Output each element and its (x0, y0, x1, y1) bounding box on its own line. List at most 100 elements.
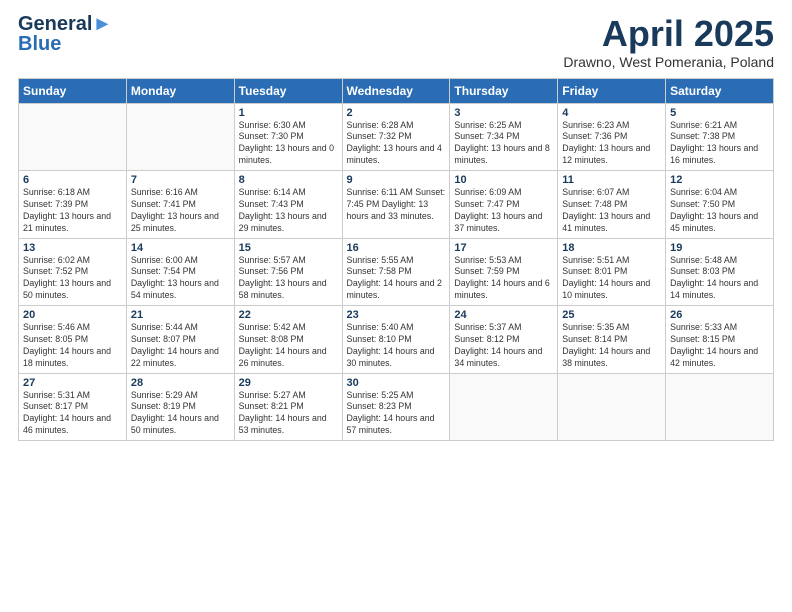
day-info: Sunrise: 5:27 AM Sunset: 8:21 PM Dayligh… (239, 390, 338, 438)
calendar-cell: 21Sunrise: 5:44 AM Sunset: 8:07 PM Dayli… (126, 306, 234, 374)
calendar-cell (666, 373, 774, 441)
day-number: 12 (670, 174, 769, 186)
calendar-cell: 8Sunrise: 6:14 AM Sunset: 7:43 PM Daylig… (234, 171, 342, 239)
day-info: Sunrise: 6:00 AM Sunset: 7:54 PM Dayligh… (131, 255, 230, 303)
calendar-cell: 28Sunrise: 5:29 AM Sunset: 8:19 PM Dayli… (126, 373, 234, 441)
day-number: 14 (131, 242, 230, 254)
calendar-cell (558, 373, 666, 441)
day-info: Sunrise: 5:51 AM Sunset: 8:01 PM Dayligh… (562, 255, 661, 303)
col-saturday: Saturday (666, 78, 774, 103)
title-block: April 2025 Drawno, West Pomerania, Polan… (563, 14, 774, 70)
calendar-cell: 19Sunrise: 5:48 AM Sunset: 8:03 PM Dayli… (666, 238, 774, 306)
day-number: 7 (131, 174, 230, 186)
day-number: 30 (347, 377, 446, 389)
logo-blue-text: Blue (18, 34, 61, 54)
calendar-cell: 22Sunrise: 5:42 AM Sunset: 8:08 PM Dayli… (234, 306, 342, 374)
calendar-cell: 4Sunrise: 6:23 AM Sunset: 7:36 PM Daylig… (558, 103, 666, 171)
day-info: Sunrise: 5:44 AM Sunset: 8:07 PM Dayligh… (131, 322, 230, 370)
calendar-title: April 2025 (563, 14, 774, 54)
day-number: 18 (562, 242, 661, 254)
calendar-cell: 5Sunrise: 6:21 AM Sunset: 7:38 PM Daylig… (666, 103, 774, 171)
logo-blue: ► (92, 13, 112, 35)
calendar-cell: 10Sunrise: 6:09 AM Sunset: 7:47 PM Dayli… (450, 171, 558, 239)
day-number: 17 (454, 242, 553, 254)
calendar-cell (19, 103, 127, 171)
calendar-week-row: 13Sunrise: 6:02 AM Sunset: 7:52 PM Dayli… (19, 238, 774, 306)
day-info: Sunrise: 5:25 AM Sunset: 8:23 PM Dayligh… (347, 390, 446, 438)
day-info: Sunrise: 5:29 AM Sunset: 8:19 PM Dayligh… (131, 390, 230, 438)
col-thursday: Thursday (450, 78, 558, 103)
day-info: Sunrise: 6:28 AM Sunset: 7:32 PM Dayligh… (347, 120, 446, 168)
day-info: Sunrise: 6:09 AM Sunset: 7:47 PM Dayligh… (454, 187, 553, 235)
day-number: 24 (454, 309, 553, 321)
calendar-week-row: 6Sunrise: 6:18 AM Sunset: 7:39 PM Daylig… (19, 171, 774, 239)
day-number: 1 (239, 107, 338, 119)
calendar-cell: 11Sunrise: 6:07 AM Sunset: 7:48 PM Dayli… (558, 171, 666, 239)
day-number: 28 (131, 377, 230, 389)
calendar-cell: 14Sunrise: 6:00 AM Sunset: 7:54 PM Dayli… (126, 238, 234, 306)
calendar-cell: 20Sunrise: 5:46 AM Sunset: 8:05 PM Dayli… (19, 306, 127, 374)
day-info: Sunrise: 5:42 AM Sunset: 8:08 PM Dayligh… (239, 322, 338, 370)
day-info: Sunrise: 5:40 AM Sunset: 8:10 PM Dayligh… (347, 322, 446, 370)
day-info: Sunrise: 5:57 AM Sunset: 7:56 PM Dayligh… (239, 255, 338, 303)
calendar-cell: 24Sunrise: 5:37 AM Sunset: 8:12 PM Dayli… (450, 306, 558, 374)
day-number: 2 (347, 107, 446, 119)
logo: General► Blue (18, 14, 112, 54)
calendar-cell: 7Sunrise: 6:16 AM Sunset: 7:41 PM Daylig… (126, 171, 234, 239)
day-info: Sunrise: 6:21 AM Sunset: 7:38 PM Dayligh… (670, 120, 769, 168)
day-number: 16 (347, 242, 446, 254)
day-number: 19 (670, 242, 769, 254)
day-info: Sunrise: 5:55 AM Sunset: 7:58 PM Dayligh… (347, 255, 446, 303)
day-number: 29 (239, 377, 338, 389)
day-info: Sunrise: 5:31 AM Sunset: 8:17 PM Dayligh… (23, 390, 122, 438)
calendar-week-row: 1Sunrise: 6:30 AM Sunset: 7:30 PM Daylig… (19, 103, 774, 171)
col-monday: Monday (126, 78, 234, 103)
calendar-week-row: 20Sunrise: 5:46 AM Sunset: 8:05 PM Dayli… (19, 306, 774, 374)
calendar-cell: 17Sunrise: 5:53 AM Sunset: 7:59 PM Dayli… (450, 238, 558, 306)
logo-text: General► (18, 14, 112, 34)
calendar-cell: 1Sunrise: 6:30 AM Sunset: 7:30 PM Daylig… (234, 103, 342, 171)
day-info: Sunrise: 5:53 AM Sunset: 7:59 PM Dayligh… (454, 255, 553, 303)
day-info: Sunrise: 5:48 AM Sunset: 8:03 PM Dayligh… (670, 255, 769, 303)
calendar-cell: 9Sunrise: 6:11 AM Sunset: 7:45 PM Daylig… (342, 171, 450, 239)
day-info: Sunrise: 6:11 AM Sunset: 7:45 PM Dayligh… (347, 187, 446, 223)
day-number: 10 (454, 174, 553, 186)
calendar-cell: 2Sunrise: 6:28 AM Sunset: 7:32 PM Daylig… (342, 103, 450, 171)
page: General► Blue April 2025 Drawno, West Po… (0, 0, 792, 612)
day-number: 5 (670, 107, 769, 119)
calendar-cell: 3Sunrise: 6:25 AM Sunset: 7:34 PM Daylig… (450, 103, 558, 171)
day-number: 22 (239, 309, 338, 321)
day-number: 4 (562, 107, 661, 119)
day-number: 26 (670, 309, 769, 321)
calendar-header-row: Sunday Monday Tuesday Wednesday Thursday… (19, 78, 774, 103)
day-info: Sunrise: 6:14 AM Sunset: 7:43 PM Dayligh… (239, 187, 338, 235)
day-number: 13 (23, 242, 122, 254)
calendar-cell: 29Sunrise: 5:27 AM Sunset: 8:21 PM Dayli… (234, 373, 342, 441)
day-info: Sunrise: 5:46 AM Sunset: 8:05 PM Dayligh… (23, 322, 122, 370)
day-number: 21 (131, 309, 230, 321)
calendar-cell: 25Sunrise: 5:35 AM Sunset: 8:14 PM Dayli… (558, 306, 666, 374)
calendar-cell: 16Sunrise: 5:55 AM Sunset: 7:58 PM Dayli… (342, 238, 450, 306)
day-info: Sunrise: 6:16 AM Sunset: 7:41 PM Dayligh… (131, 187, 230, 235)
calendar-cell: 6Sunrise: 6:18 AM Sunset: 7:39 PM Daylig… (19, 171, 127, 239)
calendar-cell: 23Sunrise: 5:40 AM Sunset: 8:10 PM Dayli… (342, 306, 450, 374)
day-info: Sunrise: 6:02 AM Sunset: 7:52 PM Dayligh… (23, 255, 122, 303)
day-number: 15 (239, 242, 338, 254)
calendar-cell (126, 103, 234, 171)
day-info: Sunrise: 6:07 AM Sunset: 7:48 PM Dayligh… (562, 187, 661, 235)
day-info: Sunrise: 5:33 AM Sunset: 8:15 PM Dayligh… (670, 322, 769, 370)
day-number: 20 (23, 309, 122, 321)
col-wednesday: Wednesday (342, 78, 450, 103)
day-number: 8 (239, 174, 338, 186)
day-info: Sunrise: 6:30 AM Sunset: 7:30 PM Dayligh… (239, 120, 338, 168)
day-info: Sunrise: 6:23 AM Sunset: 7:36 PM Dayligh… (562, 120, 661, 168)
header: General► Blue April 2025 Drawno, West Po… (18, 14, 774, 70)
day-info: Sunrise: 6:04 AM Sunset: 7:50 PM Dayligh… (670, 187, 769, 235)
calendar-cell: 13Sunrise: 6:02 AM Sunset: 7:52 PM Dayli… (19, 238, 127, 306)
day-number: 9 (347, 174, 446, 186)
calendar-cell: 27Sunrise: 5:31 AM Sunset: 8:17 PM Dayli… (19, 373, 127, 441)
day-number: 23 (347, 309, 446, 321)
day-info: Sunrise: 6:25 AM Sunset: 7:34 PM Dayligh… (454, 120, 553, 168)
day-number: 27 (23, 377, 122, 389)
col-sunday: Sunday (19, 78, 127, 103)
